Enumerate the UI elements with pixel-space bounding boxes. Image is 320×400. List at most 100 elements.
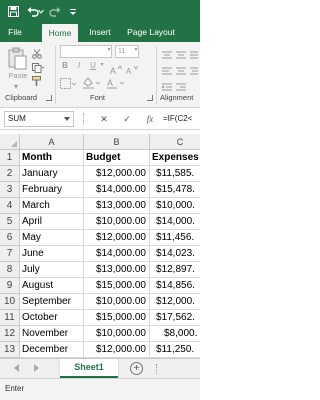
expenses-cell[interactable]: $10,000. [150, 198, 200, 214]
expenses-cell[interactable]: $12,000. [150, 294, 200, 310]
budget-cell[interactable]: $10,000.00 [84, 326, 150, 342]
budget-cell[interactable]: $12,000.00 [84, 230, 150, 246]
tab-insert[interactable]: Insert [82, 22, 118, 42]
month-cell[interactable]: May [20, 230, 84, 246]
column-header-a[interactable]: A [20, 134, 84, 150]
fill-color-icon[interactable] [82, 76, 101, 94]
sheet-tab-sheet1[interactable]: Sheet1 [60, 359, 118, 378]
budget-cell[interactable]: $13,000.00 [84, 198, 150, 214]
expenses-cell[interactable]: $12,897. [150, 262, 200, 278]
expenses-cell[interactable]: $11,585. [150, 166, 200, 182]
expenses-cell[interactable]: $14,023. [150, 246, 200, 262]
undo-dropdown-icon[interactable] [38, 4, 44, 18]
name-box-dropdown-icon[interactable] [64, 117, 70, 121]
tab-file[interactable]: File [4, 22, 26, 42]
month-cell[interactable]: June [20, 246, 84, 262]
customize-toolbar-icon[interactable] [66, 4, 80, 18]
row-header[interactable]: 4 [0, 198, 20, 214]
expenses-cell[interactable]: $15,478. [150, 182, 200, 198]
font-name-dropdown-icon[interactable]: ▾ [106, 46, 112, 53]
font-launcher-icon[interactable] [147, 95, 153, 101]
redo-icon[interactable] [48, 4, 62, 18]
budget-cell[interactable]: $14,000.00 [84, 246, 150, 262]
tab-home[interactable]: Home [42, 24, 78, 42]
paste-dropdown-icon[interactable]: ▾ [8, 82, 24, 91]
paste-icon[interactable] [6, 46, 28, 70]
underline-dropdown-icon[interactable]: ▾ [99, 61, 105, 68]
borders-icon[interactable] [60, 76, 77, 94]
budget-cell[interactable]: $10,000.00 [84, 214, 150, 230]
row-header[interactable]: 12 [0, 326, 20, 342]
insert-function-button[interactable]: fx [144, 112, 156, 126]
enter-button[interactable]: ✓ [121, 112, 133, 126]
row-header[interactable]: 3 [0, 182, 20, 198]
underline-button[interactable]: U [88, 61, 98, 70]
month-cell[interactable]: November [20, 326, 84, 342]
group-label-clipboard: Clipboard [5, 93, 38, 102]
save-icon[interactable] [6, 4, 20, 18]
budget-cell[interactable]: $14,000.00 [84, 182, 150, 198]
svg-text:A: A [110, 66, 116, 75]
add-sheet-icon[interactable]: + [130, 362, 143, 375]
tabs-scroll-divider[interactable] [156, 364, 158, 374]
budget-cell[interactable]: $10,000.00 [84, 294, 150, 310]
row-header[interactable]: 1 [0, 150, 20, 166]
select-all-corner[interactable] [0, 134, 20, 150]
format-painter-icon[interactable] [32, 74, 42, 92]
cancel-button[interactable]: ✕ [98, 112, 110, 126]
paste-label[interactable]: Paste [6, 71, 30, 80]
row-header[interactable]: 9 [0, 278, 20, 294]
font-shrink-icon[interactable]: A [126, 62, 139, 80]
formula-bar: SUM ✕ ✓ fx =IF(C2< [0, 108, 200, 130]
row-header[interactable]: 7 [0, 246, 20, 262]
row-header[interactable]: 5 [0, 214, 20, 230]
sheet-tabs-bar: Sheet1 + [0, 358, 200, 378]
expenses-cell[interactable]: $17,562. [150, 310, 200, 326]
month-cell[interactable]: September [20, 294, 84, 310]
month-cell[interactable]: October [20, 310, 84, 326]
bold-button[interactable]: B [60, 61, 70, 70]
tab-page-layout[interactable]: Page Layout [124, 22, 178, 42]
prev-sheet-icon[interactable] [14, 364, 19, 372]
column-header-c[interactable]: C [150, 134, 200, 150]
font-color-icon[interactable]: A [106, 76, 125, 94]
budget-cell[interactable]: $15,000.00 [84, 310, 150, 326]
month-cell[interactable]: February [20, 182, 84, 198]
row-header[interactable]: 13 [0, 342, 20, 358]
row-header[interactable]: 2 [0, 166, 20, 182]
group-label-font: Font [90, 93, 106, 102]
font-size-dropdown-icon[interactable]: ▾ [133, 46, 139, 53]
expenses-cell[interactable]: $11,250. [150, 342, 200, 358]
font-name-input[interactable] [60, 45, 112, 58]
header-cell-month[interactable]: Month [20, 150, 84, 166]
month-cell[interactable]: January [20, 166, 84, 182]
month-cell[interactable]: April [20, 214, 84, 230]
month-cell[interactable]: August [20, 278, 84, 294]
name-box[interactable]: SUM [4, 111, 74, 127]
expenses-cell[interactable]: $11,456. [150, 230, 200, 246]
column-header-b[interactable]: B [84, 134, 150, 150]
header-cell-budget[interactable]: Budget [84, 150, 150, 166]
row-header[interactable]: 8 [0, 262, 20, 278]
clipboard-launcher-icon[interactable] [46, 95, 52, 101]
row-header[interactable]: 11 [0, 310, 20, 326]
svg-text:A: A [126, 67, 132, 75]
italic-button[interactable]: I [74, 61, 84, 70]
month-cell[interactable]: March [20, 198, 84, 214]
month-cell[interactable]: July [20, 262, 84, 278]
expenses-cell[interactable]: $8,000. [150, 326, 200, 342]
budget-cell[interactable]: $12,000.00 [84, 342, 150, 358]
row-header[interactable]: 6 [0, 230, 20, 246]
formula-input[interactable]: =IF(C2< [163, 111, 200, 127]
budget-cell[interactable]: $15,000.00 [84, 278, 150, 294]
select-all-icon [11, 141, 17, 147]
month-cell[interactable]: December [20, 342, 84, 358]
next-sheet-icon[interactable] [34, 364, 39, 372]
budget-cell[interactable]: $12,000.00 [84, 166, 150, 182]
budget-cell[interactable]: $13,000.00 [84, 262, 150, 278]
row-header[interactable]: 10 [0, 294, 20, 310]
header-cell-expenses[interactable]: Expenses [150, 150, 200, 166]
name-box-value: SUM [8, 114, 26, 123]
expenses-cell[interactable]: $14,856. [150, 278, 200, 294]
expenses-cell[interactable]: $14,000. [150, 214, 200, 230]
